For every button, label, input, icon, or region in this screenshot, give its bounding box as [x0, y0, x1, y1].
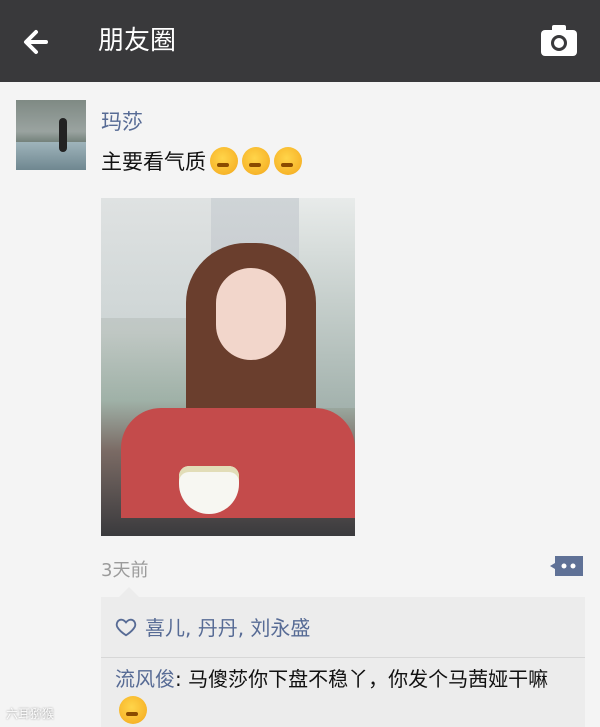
comment-text: : 马傻莎你下盘不稳丫，你发个马茜娅干嘛	[175, 667, 549, 691]
photo-person-body	[121, 408, 355, 518]
comment-button[interactable]	[549, 554, 585, 578]
back-button[interactable]	[18, 22, 58, 62]
thinking-emoji-icon	[274, 147, 302, 175]
photo-person-face	[216, 268, 286, 360]
avatar-image-person	[59, 118, 67, 152]
avatar-image-water	[16, 142, 86, 170]
post-photo[interactable]	[101, 198, 355, 536]
interaction-panel: 喜儿, 丹丹, 刘永盛 流风俊: 马傻莎你下盘不稳丫，你发个马茜娅干嘛	[101, 587, 585, 727]
moments-feed: 玛莎 主要看气质 3天前 喜儿, 丹丹, 刘永盛 流风俊: 马傻莎你下盘不稳丫，…	[0, 82, 600, 727]
comment-author[interactable]: 流风俊	[115, 667, 175, 691]
camera-button[interactable]	[538, 22, 580, 60]
post-author[interactable]: 玛莎	[101, 106, 143, 136]
back-arrow-icon	[24, 30, 48, 54]
post-text-content: 主要看气质	[101, 150, 206, 174]
avatar[interactable]	[16, 100, 86, 170]
likes-row[interactable]: 喜儿, 丹丹, 刘永盛	[115, 612, 310, 641]
post-time: 3天前	[101, 560, 149, 581]
post-text: 主要看气质	[101, 146, 302, 176]
thinking-emoji-icon	[210, 147, 238, 175]
watermark: 六耳猕猴	[6, 705, 54, 722]
heart-icon	[115, 618, 137, 636]
thinking-emoji-icon	[119, 696, 147, 724]
page-title: 朋友圈	[98, 26, 177, 56]
thinking-emoji-icon	[242, 147, 270, 175]
top-bar: 朋友圈	[0, 0, 600, 82]
comment-item[interactable]: 流风俊: 马傻莎你下盘不稳丫，你发个马茜娅干嘛	[115, 663, 577, 727]
comment-icon	[550, 556, 583, 576]
divider	[101, 657, 585, 658]
camera-icon	[541, 25, 577, 56]
watermark-text: 六耳猕猴	[6, 707, 55, 721]
likes-names: 喜儿, 丹丹, 刘永盛	[145, 616, 311, 640]
